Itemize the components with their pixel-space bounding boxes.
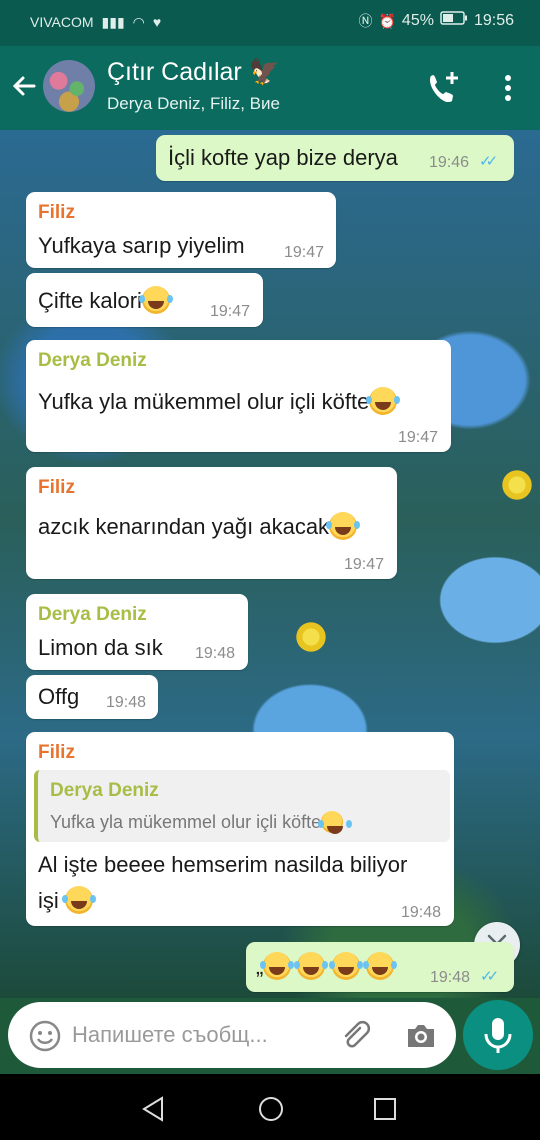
heart-icon: ♥ xyxy=(152,14,162,30)
camera-icon[interactable] xyxy=(404,1019,438,1053)
message-time: 19:47 xyxy=(344,556,385,573)
sweat-smile-emoji-icon xyxy=(326,512,358,540)
chat-header: Çıtır Cadılar 🦅 Derya Deniz, Filiz, Вие xyxy=(0,46,540,130)
more-vert-icon[interactable] xyxy=(496,68,520,108)
mic-icon xyxy=(484,1018,512,1053)
group-members[interactable]: Derya Deniz, Filiz, Вие xyxy=(107,94,280,114)
group-title[interactable]: Çıtır Cadılar 🦅 xyxy=(107,58,280,87)
message-time: 19:48 xyxy=(401,904,442,921)
laughing-emoji-icon xyxy=(366,387,398,415)
back-arrow-icon[interactable] xyxy=(8,70,40,102)
quoted-text: Yufka yla mükemmel olur içli köfte xyxy=(50,811,344,834)
message-bubble-incoming[interactable]: Filiz Yufkaya sarıp yiyelim 19:47 xyxy=(26,192,336,268)
wallpaper-flower xyxy=(500,468,534,502)
emoji-icon[interactable] xyxy=(28,1019,62,1053)
message-text: Yufkaya sarıp yiyelim xyxy=(38,233,245,258)
system-navbar xyxy=(0,1074,540,1140)
nav-recent-icon[interactable] xyxy=(370,1094,400,1124)
message-text: „ xyxy=(256,952,394,980)
message-bubble-incoming[interactable]: Filiz azcık kenarından yağı akacak 19:47 xyxy=(26,467,397,579)
message-time: 19:48 xyxy=(195,645,236,662)
battery-icon xyxy=(440,11,468,30)
message-bubble-incoming[interactable]: Derya Deniz Yufka yla mükemmel olur içli… xyxy=(26,340,451,452)
nav-back-icon[interactable] xyxy=(138,1094,168,1124)
message-text: Al işte beeee hemserim nasilda biliyor xyxy=(38,852,408,877)
message-text: Çifte kalori xyxy=(38,286,170,314)
sender-name: Derya Deniz xyxy=(38,604,147,625)
nfc-icon: Ⓝ xyxy=(358,12,373,29)
message-time: 19:47 xyxy=(210,303,251,320)
message-time: 19:48 xyxy=(430,969,471,986)
signal-icon: ▮▮▮ xyxy=(101,14,125,30)
rolling-laughing-emoji-icon xyxy=(294,952,326,980)
rolling-laughing-emoji-icon xyxy=(362,952,394,980)
quoted-message[interactable]: Derya Deniz Yufka yla mükemmel olur içli… xyxy=(34,770,450,842)
sender-name: Filiz xyxy=(38,742,75,763)
message-bubble-incoming[interactable]: Filiz Derya Deniz Yufka yla mükemmel olu… xyxy=(26,732,454,926)
rolling-laughing-emoji-icon xyxy=(328,952,360,980)
message-input-container[interactable] xyxy=(8,1002,456,1068)
message-text: İçli kofte yap bize derya xyxy=(168,145,398,170)
laughing-emoji-icon xyxy=(61,886,93,914)
message-text-line2: işi xyxy=(38,886,93,914)
sender-name: Filiz xyxy=(38,202,75,223)
message-text: Yufka yla mükemmel olur içli köfte xyxy=(38,387,398,415)
quoted-sender: Derya Deniz xyxy=(50,780,159,801)
wifi-icon: ◠ xyxy=(132,14,145,30)
message-input[interactable] xyxy=(72,1002,328,1068)
read-ticks-icon: ✓✓ xyxy=(480,968,499,985)
message-bubble-incoming[interactable]: Offg 19:48 xyxy=(26,675,158,719)
mic-button[interactable] xyxy=(463,1000,533,1070)
add-call-icon[interactable] xyxy=(424,68,464,108)
laughing-emoji-icon xyxy=(138,286,170,314)
sender-name: Derya Deniz xyxy=(38,350,147,371)
chat-area[interactable]: İçli kofte yap bize derya 19:46 ✓✓ Filiz… xyxy=(0,130,540,998)
sender-name: Filiz xyxy=(38,477,75,498)
status-bar: VIVACOM ▮▮▮ ◠ ♥ Ⓝ ⏰ 45% 19:56 xyxy=(0,0,540,46)
laughing-emoji-icon xyxy=(318,811,344,834)
carrier-name: VIVACOM xyxy=(30,14,94,30)
message-bubble-outgoing[interactable]: İçli kofte yap bize derya 19:46 ✓✓ xyxy=(156,135,514,181)
message-text: Limon da sık xyxy=(38,635,163,660)
clock: 19:56 xyxy=(473,11,514,29)
wallpaper-flower xyxy=(294,620,328,654)
alarm-icon: ⏰ xyxy=(378,12,396,29)
paperclip-icon[interactable] xyxy=(338,1019,372,1053)
message-bubble-outgoing[interactable]: „ 19:48 ✓✓ xyxy=(246,942,514,992)
message-text: azcık kenarından yağı akacak xyxy=(38,512,358,540)
read-ticks-icon: ✓✓ xyxy=(479,153,498,170)
battery-percent: 45% xyxy=(401,11,434,29)
message-time: 19:46 xyxy=(429,154,470,171)
rolling-laughing-emoji-icon xyxy=(260,952,292,980)
message-bubble-incoming[interactable]: Çifte kalori 19:47 xyxy=(26,273,263,327)
compose-bar xyxy=(0,998,540,1074)
message-time: 19:47 xyxy=(284,244,325,261)
message-time: 19:47 xyxy=(398,429,439,446)
message-time: 19:48 xyxy=(106,694,147,711)
message-bubble-incoming[interactable]: Derya Deniz Limon da sık 19:48 xyxy=(26,594,248,670)
nav-home-icon[interactable] xyxy=(256,1094,286,1124)
message-text: Offg xyxy=(38,684,80,709)
group-avatar[interactable] xyxy=(43,60,95,112)
